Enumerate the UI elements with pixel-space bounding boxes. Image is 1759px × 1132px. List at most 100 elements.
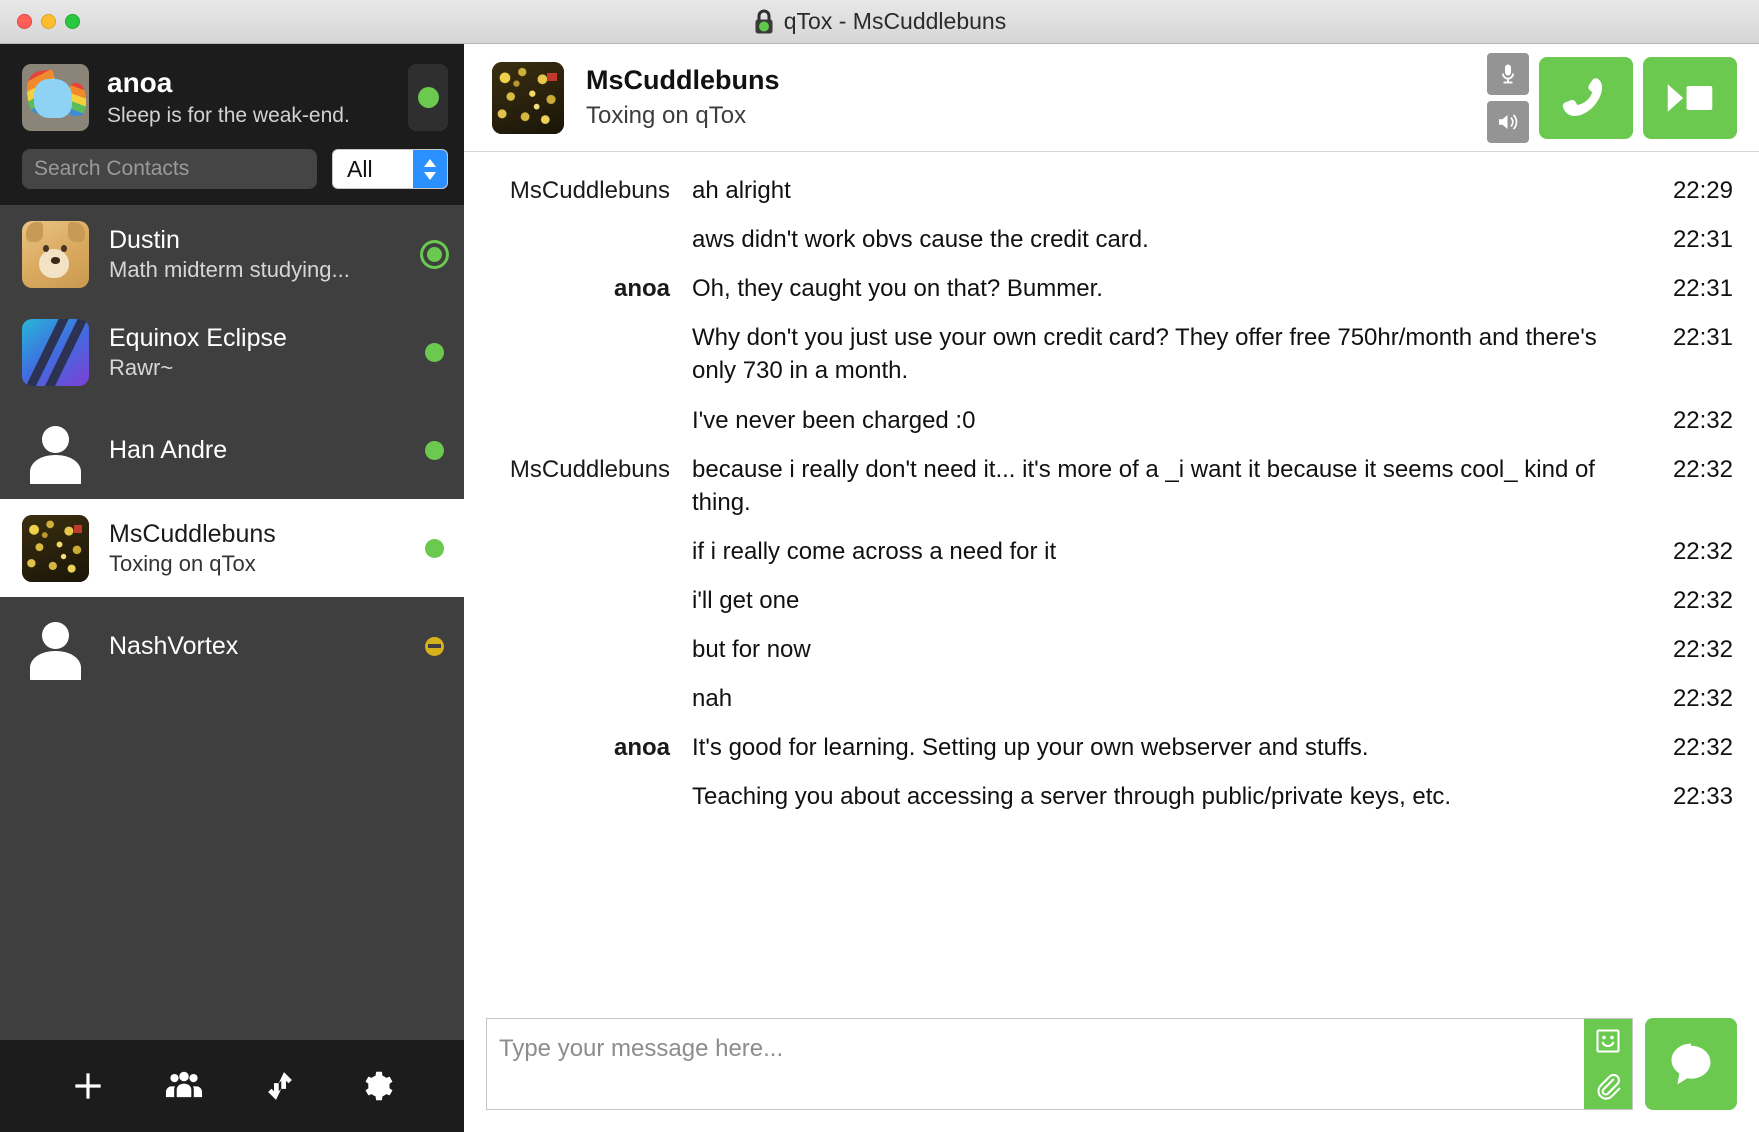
message-text: i'll get one [692, 584, 1629, 617]
contact-item-dustin[interactable]: Dustin Math midterm studying... [0, 205, 464, 303]
eclipse-avatar [22, 319, 89, 386]
message-row: MsCuddlebuns ah alright 22:29 [464, 166, 1759, 215]
status-online-icon [425, 539, 444, 558]
padlock-icon [753, 9, 775, 35]
contact-filter-value: All [333, 156, 373, 183]
speaker-toggle-button[interactable] [1487, 101, 1529, 143]
message-time: 22:32 [1629, 584, 1733, 617]
message-row: Teaching you about accessing a server th… [464, 772, 1759, 821]
message-row: aws didn't work obvs cause the credit ca… [464, 215, 1759, 264]
contact-item-nashvortex[interactable]: NashVortex [0, 597, 464, 695]
microphone-icon [1496, 62, 1520, 86]
start-video-call-button[interactable] [1643, 57, 1737, 139]
chevron-updown-icon [413, 150, 447, 188]
default-person-avatar [22, 613, 89, 680]
message-text: ah alright [692, 174, 1629, 207]
message-text: Teaching you about accessing a server th… [692, 780, 1629, 813]
message-text: I've never been charged :0 [692, 404, 1629, 437]
add-friend-button[interactable] [60, 1058, 116, 1114]
search-row: All [0, 141, 464, 205]
doge-avatar [22, 221, 89, 288]
message-time: 22:29 [1629, 174, 1733, 207]
message-text: but for now [692, 633, 1629, 666]
rainbow-pony-avatar[interactable] [22, 64, 89, 131]
message-author: anoa [464, 731, 692, 764]
status-online-icon [425, 343, 444, 362]
chat-header: MsCuddlebuns Toxing on qTox [464, 44, 1759, 152]
window-controls[interactable] [17, 14, 80, 29]
paperclip-icon [1594, 1072, 1622, 1100]
chat-contact-name: MsCuddlebuns [586, 64, 1465, 96]
message-time: 22:32 [1629, 453, 1733, 486]
search-input[interactable] [22, 149, 317, 189]
message-time: 22:31 [1629, 321, 1733, 354]
send-message-button[interactable] [1645, 1018, 1737, 1110]
message-row: MsCuddlebuns because i really don't need… [464, 445, 1759, 527]
status-online-icon [418, 87, 439, 108]
minimize-button[interactable] [41, 14, 56, 29]
start-audio-call-button[interactable] [1539, 57, 1633, 139]
status-away-icon [425, 637, 444, 656]
message-row: anoa It's good for learning. Setting up … [464, 723, 1759, 772]
crowd-avatar [22, 515, 89, 582]
contact-status-message: Rawr~ [109, 354, 402, 382]
chat-contact-status: Toxing on qTox [586, 100, 1465, 131]
message-author: MsCuddlebuns [464, 174, 692, 207]
status-online-icon [425, 441, 444, 460]
window-title: qTox - MsCuddlebuns [784, 8, 1006, 35]
crowd-avatar[interactable] [492, 62, 564, 134]
contact-item-han-andre[interactable]: Han Andre [0, 401, 464, 499]
my-status-message: Sleep is for the weak-end. [107, 102, 390, 129]
file-transfer-button[interactable] [252, 1058, 308, 1114]
message-time: 22:33 [1629, 780, 1733, 813]
contact-name: Dustin [109, 225, 402, 255]
maximize-button[interactable] [65, 14, 80, 29]
message-author: anoa [464, 272, 692, 305]
contact-list[interactable]: Dustin Math midterm studying... Equinox … [0, 205, 464, 1040]
message-row: if i really come across a need for it 22… [464, 527, 1759, 576]
message-list[interactable]: MsCuddlebuns ah alright 22:29 aws didn't… [464, 152, 1759, 1008]
default-person-avatar [22, 417, 89, 484]
smiley-icon [1594, 1027, 1622, 1055]
chat-pane: MsCuddlebuns Toxing on qTox [464, 44, 1759, 1132]
my-status-button[interactable] [408, 64, 448, 131]
message-text: Oh, they caught you on that? Bummer. [692, 272, 1629, 305]
message-text: nah [692, 682, 1629, 715]
message-time: 22:32 [1629, 682, 1733, 715]
attach-file-button[interactable] [1584, 1064, 1632, 1109]
message-text: Why don't you just use your own credit c… [692, 321, 1629, 387]
message-text: It's good for learning. Setting up your … [692, 731, 1629, 764]
contact-name: MsCuddlebuns [109, 519, 402, 549]
message-input[interactable] [487, 1019, 1584, 1109]
message-time: 22:31 [1629, 272, 1733, 305]
message-time: 22:31 [1629, 223, 1733, 256]
message-text: aws didn't work obvs cause the credit ca… [692, 223, 1629, 256]
message-row: anoa Oh, they caught you on that? Bummer… [464, 264, 1759, 313]
status-online-ring-icon [423, 243, 446, 266]
contact-item-equinox-eclipse[interactable]: Equinox Eclipse Rawr~ [0, 303, 464, 401]
message-row: I've never been charged :0 22:32 [464, 396, 1759, 445]
message-time: 22:32 [1629, 731, 1733, 764]
title-bar: qTox - MsCuddlebuns [0, 0, 1759, 44]
message-row: Why don't you just use your own credit c… [464, 313, 1759, 395]
create-group-button[interactable] [156, 1058, 212, 1114]
message-input-wrapper[interactable] [486, 1018, 1633, 1110]
contact-filter-dropdown[interactable]: All [332, 149, 448, 189]
sidebar-toolbar [0, 1040, 464, 1132]
message-text: if i really come across a need for it [692, 535, 1629, 568]
settings-button[interactable] [348, 1058, 404, 1114]
contact-status-message: Math midterm studying... [109, 256, 402, 284]
message-time: 22:32 [1629, 535, 1733, 568]
my-profile[interactable]: anoa Sleep is for the weak-end. [0, 44, 464, 141]
contact-name: Han Andre [109, 435, 402, 465]
emoji-button[interactable] [1584, 1019, 1632, 1064]
speech-bubble-send-icon [1665, 1038, 1717, 1090]
contact-name: Equinox Eclipse [109, 323, 402, 353]
sidebar: anoa Sleep is for the weak-end. All [0, 44, 464, 1132]
close-button[interactable] [17, 14, 32, 29]
microphone-toggle-button[interactable] [1487, 53, 1529, 95]
contact-name: NashVortex [109, 631, 402, 661]
message-time: 22:32 [1629, 404, 1733, 437]
my-username: anoa [107, 65, 390, 100]
contact-item-mscuddlebuns[interactable]: MsCuddlebuns Toxing on qTox [0, 499, 464, 597]
